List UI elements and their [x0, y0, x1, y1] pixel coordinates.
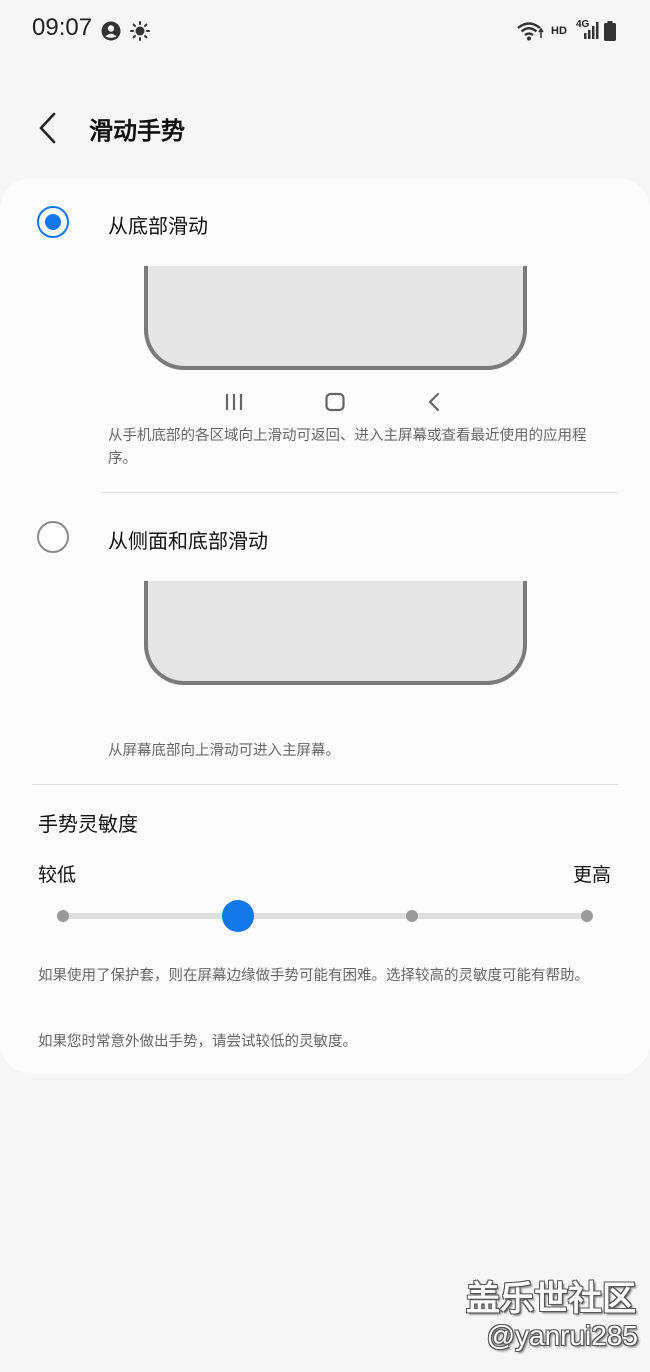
watermark-community: 盖乐世社区 [466, 1279, 636, 1319]
watermark-username: @yanrui285 [486, 1320, 638, 1351]
status-time: 09:07 [32, 14, 93, 41]
radio-swipe-from-bottom[interactable] [37, 206, 69, 238]
phone-illustration-sides [144, 581, 527, 685]
slider-track[interactable] [63, 913, 587, 919]
hd-label: HD [551, 25, 567, 37]
phone-illustration-bottom [144, 266, 527, 370]
page-title: 滑动手势 [89, 117, 185, 145]
option-description: 从屏幕底部向上滑动可进入主屏幕。 [108, 743, 340, 759]
navigation-icons [0, 388, 650, 416]
home-icon [324, 388, 346, 420]
divider [101, 492, 618, 493]
status-bar: 09:07 HD 4G [0, 0, 650, 60]
sensitivity-note-accidental: 如果您时常意外做出手势，请尝试较低的灵敏度。 [38, 1034, 357, 1050]
slider-stop[interactable] [57, 910, 69, 922]
radio-swipe-from-sides-and-bottom[interactable] [37, 521, 69, 553]
chevron-left-icon [39, 112, 56, 144]
sensitivity-note-case: 如果使用了保护套，则在屏幕边缘做手势可能有困难。选择较高的灵敏度可能有帮助。 [38, 968, 589, 984]
option-label: 从侧面和底部滑动 [108, 529, 268, 553]
account-icon [101, 21, 121, 45]
brightness-icon [130, 21, 150, 45]
back-button[interactable] [26, 106, 70, 150]
slider-low-label: 较低 [38, 864, 77, 886]
header: 滑动手势 [0, 92, 650, 162]
sensitivity-title: 手势灵敏度 [38, 812, 138, 836]
slider-thumb[interactable] [221, 900, 254, 932]
signal-icon [578, 22, 600, 44]
back-nav-icon [426, 388, 442, 420]
option-description: 从手机底部的各区域向上滑动可返回、进入主屏幕或查看最近使用的应用程序。 [108, 428, 587, 467]
divider [32, 784, 618, 785]
option-label: 从底部滑动 [108, 214, 208, 238]
wifi-icon [516, 20, 544, 46]
slider-stop[interactable] [581, 910, 593, 922]
slider-high-label: 更高 [572, 864, 611, 886]
battery-icon [604, 21, 616, 45]
recents-icon [224, 388, 244, 420]
